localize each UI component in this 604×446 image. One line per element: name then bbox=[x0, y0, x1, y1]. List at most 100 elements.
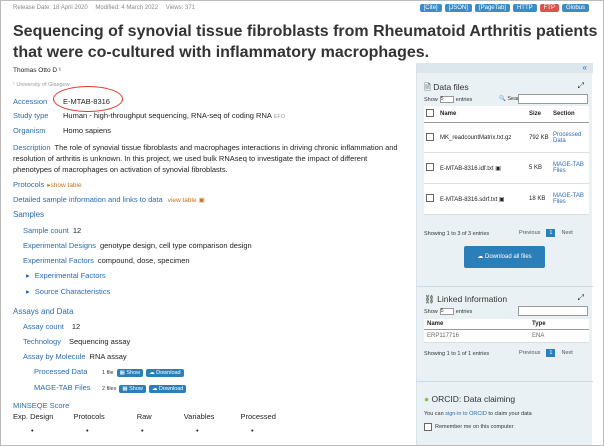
expand-characteristics-label: Source Characteristics bbox=[34, 287, 111, 296]
link-icon: ⛓ bbox=[424, 294, 435, 304]
grid-icon: ▦ bbox=[122, 386, 128, 392]
previous-button[interactable]: Previous bbox=[519, 350, 540, 356]
expand-factors[interactable]: ▸ Experimental Factors bbox=[26, 271, 106, 280]
magetab-show-button[interactable]: ▦ Show bbox=[119, 385, 146, 393]
minseqe-col: Protocols bbox=[73, 412, 105, 421]
search-icon: 🔍 bbox=[499, 96, 506, 102]
show-label: Show bbox=[424, 308, 438, 315]
minseqe-col: Exp. Design bbox=[13, 412, 54, 421]
globus-button[interactable]: Globus bbox=[561, 4, 589, 12]
table-header: Name Size Section bbox=[424, 106, 589, 123]
organism-row: Organism Homo sapiens bbox=[13, 126, 111, 135]
col-name[interactable]: Name bbox=[438, 106, 527, 123]
download-label: Download bbox=[156, 370, 181, 376]
minseqe-dot: • bbox=[86, 426, 89, 435]
col-name-label: Name bbox=[427, 321, 444, 327]
col-size-label: Size bbox=[529, 111, 542, 117]
assays-heading: Assays and Data bbox=[13, 307, 73, 316]
processed-label: Processed Data bbox=[34, 367, 88, 376]
entries-select[interactable]: 5 bbox=[439, 96, 454, 103]
processed-show-button[interactable]: ▦ Show bbox=[116, 369, 144, 377]
col-type-label: Type bbox=[532, 321, 546, 327]
minseqe-col: Raw bbox=[136, 412, 152, 421]
table-row[interactable]: E-MTAB-8316.sdrf.txt ▣ 18 KB MAGE-TAB Fi… bbox=[424, 183, 589, 215]
processed-download-button[interactable]: ☁ Download bbox=[146, 369, 184, 377]
detailed-label: Detailed sample information and links to… bbox=[13, 195, 163, 204]
file-name-cell[interactable]: E-MTAB-8316.sdrf.txt ▣ bbox=[438, 183, 527, 215]
file-size: 18 KB bbox=[527, 183, 551, 215]
author[interactable]: Thomas Otto D ¹ bbox=[13, 67, 61, 74]
file-section: MAGE-TAB Files bbox=[551, 152, 589, 184]
description-label: Description bbox=[13, 143, 51, 152]
row-checkbox-cell bbox=[424, 183, 438, 215]
image-icon[interactable]: ▣ bbox=[495, 166, 501, 172]
cloud-icon: ☁ bbox=[149, 370, 155, 376]
minseqe-dot: • bbox=[31, 426, 34, 435]
expand-characteristics[interactable]: ▸ Source Characteristics bbox=[26, 287, 110, 296]
next-button[interactable]: Next bbox=[561, 230, 572, 236]
factors-row: Experimental Factors compound, dose, spe… bbox=[23, 256, 190, 265]
chevron-right-icon: ▸ bbox=[26, 287, 30, 296]
protocols-show-table-link[interactable]: ▸show table bbox=[47, 181, 81, 189]
previous-button[interactable]: Previous bbox=[519, 230, 540, 236]
http-button[interactable]: HTTP bbox=[512, 4, 537, 12]
orcid-title-text: ORCID: Data claiming bbox=[431, 394, 516, 404]
linked-type: ENA bbox=[529, 329, 589, 343]
processed-files-count: 1 file bbox=[102, 370, 114, 376]
table-row[interactable]: E-MTAB-8316.idf.txt ▣ 5 KB MAGE-TAB File… bbox=[424, 152, 589, 184]
linked-search-input[interactable] bbox=[518, 306, 588, 316]
row-checkbox[interactable] bbox=[426, 132, 434, 141]
search-input[interactable] bbox=[518, 94, 588, 104]
expand-icon[interactable]: ⤢ bbox=[578, 293, 584, 303]
sample-count-row: Sample count 12 bbox=[23, 226, 81, 235]
molecule-label: Assay by Molecule bbox=[23, 352, 86, 361]
col-size[interactable]: Size bbox=[527, 106, 551, 123]
image-icon[interactable]: ▣ bbox=[499, 197, 505, 203]
table-row[interactable]: MK_readcountMatrix.txt.gz 792 KB Process… bbox=[424, 122, 589, 153]
row-checkbox[interactable] bbox=[426, 194, 434, 202]
magetab-download-button[interactable]: ☁ Download bbox=[148, 385, 187, 393]
efo-tag[interactable]: EFO bbox=[274, 114, 285, 120]
orcid-signin-link[interactable]: sign-in to ORCID bbox=[445, 411, 487, 417]
side-panel: « 🗎 Data files ⤢ Show 5 entries 🔍 Search… bbox=[416, 63, 593, 445]
entries-select[interactable]: 5 bbox=[439, 308, 454, 315]
view-table-link[interactable]: view table bbox=[168, 197, 197, 204]
col-name[interactable]: Name bbox=[424, 319, 529, 330]
magetab-row: MAGE-TAB Files 2 files ▦ Show ☁ Download bbox=[34, 383, 187, 393]
view-table-icon[interactable]: ▣ bbox=[199, 196, 205, 204]
ftp-button[interactable]: FTP bbox=[539, 4, 559, 12]
organism-label: Organism bbox=[13, 126, 46, 135]
page-1-button[interactable]: 1 bbox=[546, 349, 556, 357]
minseqe-heading-text: MINSEQE Score bbox=[13, 401, 70, 410]
collapse-panel-button[interactable]: « bbox=[417, 63, 593, 73]
factors-value: compound, dose, specimen bbox=[97, 256, 190, 265]
file-size: 792 KB bbox=[527, 122, 551, 153]
pagetab-button[interactable]: [PageTab] bbox=[474, 4, 510, 12]
row-checkbox[interactable] bbox=[426, 163, 434, 171]
file-name[interactable]: MK_readcountMatrix.txt.gz bbox=[438, 122, 527, 153]
samples-heading: Samples bbox=[13, 210, 44, 219]
file-name-cell[interactable]: E-MTAB-8316.idf.txt ▣ bbox=[438, 152, 527, 184]
file-icon: 🗎 bbox=[424, 82, 431, 92]
json-button[interactable]: [JSON] bbox=[444, 4, 472, 12]
page-1-button[interactable]: 1 bbox=[546, 229, 556, 237]
cloud-download-icon: ☁ bbox=[477, 254, 484, 260]
next-button[interactable]: Next bbox=[561, 350, 572, 356]
expand-icon[interactable]: ⤢ bbox=[578, 81, 584, 91]
download-all-button[interactable]: ☁ Download all files bbox=[464, 246, 545, 268]
show-label: Show bbox=[424, 96, 438, 103]
remember-label: Remember me on this computer bbox=[435, 424, 514, 430]
minseqe-values: • • • • • bbox=[31, 426, 306, 435]
minseqe-dot: • bbox=[196, 426, 199, 435]
col-type[interactable]: Type bbox=[529, 319, 589, 330]
remember-checkbox[interactable] bbox=[424, 423, 432, 431]
linked-name[interactable]: ERP117716 bbox=[424, 329, 529, 343]
designs-value: genotype design, cell type comparison de… bbox=[99, 241, 252, 250]
modified-date: Modified: 4 March 2022 bbox=[95, 5, 159, 11]
entries-label: entries bbox=[455, 308, 473, 315]
col-section[interactable]: Section bbox=[551, 106, 589, 123]
select-all-checkbox[interactable] bbox=[426, 109, 434, 117]
cite-button[interactable]: [Cite] bbox=[419, 4, 442, 12]
table-row[interactable]: ERP117716 ENA bbox=[424, 329, 589, 343]
entries-label: entries bbox=[455, 96, 473, 103]
